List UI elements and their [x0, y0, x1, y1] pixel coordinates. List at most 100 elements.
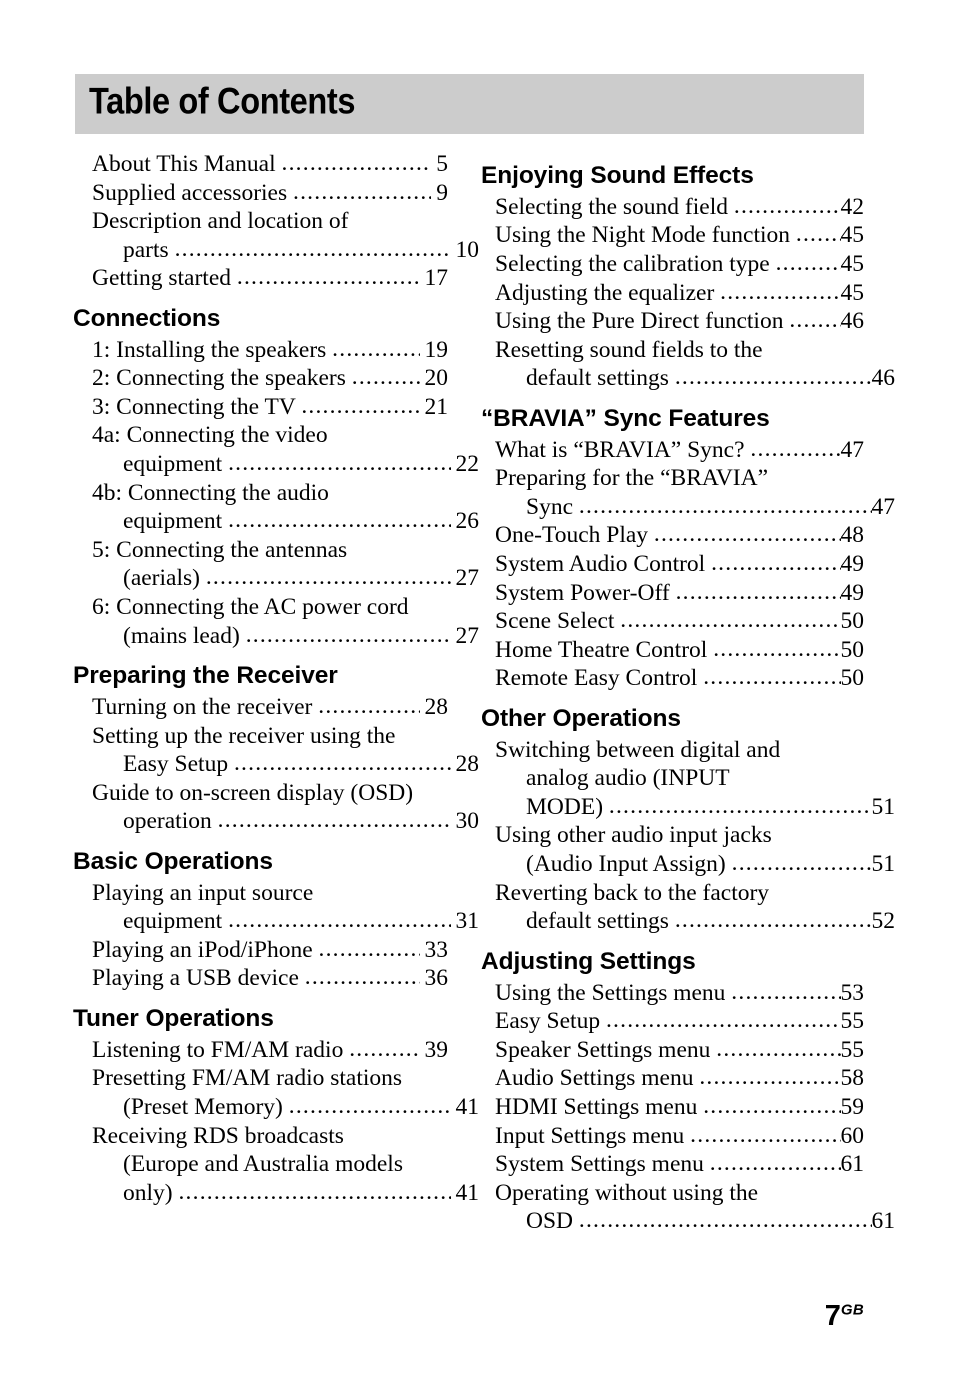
toc-entry[interactable]: 4b: Connecting the audio — [92, 479, 448, 508]
toc-entry[interactable]: equipment 31 — [92, 907, 479, 936]
toc-entry[interactable]: Using other audio input jacks — [495, 821, 864, 850]
toc-entry[interactable]: Getting started 17 — [92, 264, 448, 293]
toc-entry[interactable]: Remote Easy Control 50 — [495, 664, 864, 693]
toc-entry[interactable]: Turning on the receiver 28 — [92, 693, 448, 722]
toc-entry[interactable]: 5: Connecting the antennas — [92, 536, 448, 565]
toc-entry[interactable]: System Audio Control 49 — [495, 550, 864, 579]
toc-section-heading[interactable]: Other Operations — [481, 706, 864, 732]
toc-entry[interactable]: What is “BRAVIA” Sync? 47 — [495, 436, 864, 465]
toc-entry[interactable]: (mains lead) 27 — [92, 622, 479, 651]
toc-entry-label: One-Touch Play — [495, 522, 654, 549]
toc-dot-leader — [579, 1206, 872, 1235]
toc-entry[interactable]: Preparing for the “BRAVIA” — [495, 464, 864, 493]
toc-dot-leader — [305, 963, 420, 992]
toc-entry[interactable]: (Audio Input Assign) 51 — [495, 850, 895, 879]
toc-entry[interactable]: Receiving RDS broadcasts — [92, 1122, 448, 1151]
toc-entry-page: 45 — [840, 279, 865, 306]
toc-entry[interactable]: Supplied accessories 9 — [92, 179, 448, 208]
toc-entry[interactable]: equipment 22 — [92, 450, 479, 479]
toc-entry-label: Easy Setup — [123, 751, 234, 778]
toc-entry[interactable]: (Preset Memory) 41 — [92, 1093, 479, 1122]
toc-entry[interactable]: default settings 46 — [495, 364, 895, 393]
toc-entry[interactable]: Easy Setup 55 — [495, 1007, 864, 1036]
toc-entry-group: Selecting the sound field 42Using the Ni… — [495, 193, 895, 393]
toc-entry-page: 59 — [840, 1093, 865, 1120]
toc-dot-leader — [716, 1035, 840, 1064]
toc-entry[interactable]: About This Manual 5 — [92, 150, 448, 179]
toc-entry[interactable]: parts 10 — [92, 236, 479, 265]
toc-entry-label: (mains lead) — [123, 622, 246, 649]
toc-entry[interactable]: Reverting back to the factory — [495, 879, 864, 908]
toc-section-heading[interactable]: Connections — [73, 306, 448, 332]
toc-entry[interactable]: Using the Settings menu 53 — [495, 979, 864, 1008]
toc-entry[interactable]: Easy Setup 28 — [92, 750, 479, 779]
toc-dot-leader — [318, 692, 419, 721]
toc-dot-leader — [301, 392, 419, 421]
toc-dot-leader — [349, 1035, 419, 1064]
toc-entry[interactable]: Operating without using the — [495, 1179, 864, 1208]
toc-entry-page: 51 — [871, 851, 896, 878]
toc-entry[interactable]: Resetting sound fields to the — [495, 336, 864, 365]
toc-dot-leader — [690, 1121, 840, 1150]
toc-entry-label: About This Manual — [92, 151, 282, 177]
toc-entry[interactable]: Input Settings menu 60 — [495, 1122, 864, 1151]
toc-entry[interactable]: default settings 52 — [495, 907, 895, 936]
toc-entry[interactable]: Setting up the receiver using the — [92, 722, 448, 751]
toc-entry[interactable]: Switching between digital and — [495, 736, 864, 765]
toc-section-heading[interactable]: Tuner Operations — [73, 1006, 448, 1032]
toc-entry[interactable]: System Settings menu 61 — [495, 1150, 864, 1179]
toc-entry[interactable]: Playing an iPod/iPhone 33 — [92, 936, 448, 965]
toc-entry[interactable]: MODE) 51 — [495, 793, 895, 822]
toc-dot-leader — [750, 435, 840, 464]
toc-entry[interactable]: 1: Installing the speakers 19 — [92, 336, 448, 365]
toc-entry-label: Switching between digital and — [495, 736, 781, 763]
toc-section-heading[interactable]: Basic Operations — [73, 849, 448, 875]
toc-entry[interactable]: System Power-Off 49 — [495, 579, 864, 608]
toc-entry-page: 17 — [424, 265, 449, 292]
toc-entry-label: Playing a USB device — [92, 965, 305, 992]
toc-entry[interactable]: Guide to on-screen display (OSD) — [92, 779, 448, 808]
toc-entry[interactable]: Home Theatre Control 50 — [495, 636, 864, 665]
toc-dot-leader — [228, 506, 450, 535]
toc-entry[interactable]: 3: Connecting the TV 21 — [92, 393, 448, 422]
toc-section-heading[interactable]: Enjoying Sound Effects — [481, 163, 864, 189]
toc-entry[interactable]: Presetting FM/AM radio stations — [92, 1064, 448, 1093]
toc-entry[interactable]: Using the Pure Direct function 46 — [495, 307, 864, 336]
toc-entry[interactable]: Selecting the sound field 42 — [495, 193, 864, 222]
toc-entry[interactable]: Selecting the calibration type 45 — [495, 250, 864, 279]
toc-section-heading[interactable]: “BRAVIA” Sync Features — [481, 406, 864, 432]
toc-entry[interactable]: Scene Select 50 — [495, 607, 864, 636]
toc-entry[interactable]: HDMI Settings menu 59 — [495, 1093, 864, 1122]
toc-entry-label: Listening to FM/AM radio — [92, 1036, 350, 1063]
toc-dot-leader — [579, 492, 872, 521]
toc-entry[interactable]: only) 41 — [92, 1179, 479, 1208]
toc-entry[interactable]: One-Touch Play 48 — [495, 521, 864, 550]
toc-entry[interactable]: equipment 26 — [92, 507, 479, 536]
toc-entry[interactable]: 2: Connecting the speakers 20 — [92, 364, 448, 393]
toc-entry[interactable]: Using the Night Mode function 45 — [495, 221, 864, 250]
toc-entry[interactable]: Listening to FM/AM radio 39 — [92, 1036, 448, 1065]
toc-entry[interactable]: OSD 61 — [495, 1207, 895, 1236]
toc-dot-leader — [710, 1149, 841, 1178]
toc-entry[interactable]: Audio Settings menu 58 — [495, 1064, 864, 1093]
toc-entry[interactable]: Speaker Settings menu 55 — [495, 1036, 864, 1065]
toc-entry[interactable]: Playing an input source — [92, 879, 448, 908]
toc-entry[interactable]: Description and location of — [92, 207, 448, 236]
toc-column-right: Enjoying Sound Effects Selecting the soun… — [470, 150, 954, 1236]
toc-entry[interactable]: analog audio (INPUT — [495, 764, 895, 793]
toc-intro-group: About This Manual 5Supplied accessories … — [92, 150, 479, 293]
toc-entry[interactable]: (Europe and Australia models — [92, 1150, 479, 1179]
toc-entry[interactable]: 4a: Connecting the video — [92, 421, 448, 450]
toc-entry-label: Turning on the receiver — [92, 693, 319, 720]
toc-entry-label: Adjusting the equalizer — [495, 279, 721, 306]
toc-entry[interactable]: 6: Connecting the AC power cord — [92, 593, 448, 622]
toc-entry[interactable]: operation 30 — [92, 807, 479, 836]
toc-entry[interactable]: Adjusting the equalizer 45 — [495, 279, 864, 308]
toc-entry[interactable]: Sync 47 — [495, 493, 895, 522]
toc-entry-label: parts — [123, 236, 175, 263]
toc-entry[interactable]: (aerials) 27 — [92, 564, 479, 593]
toc-entry[interactable]: Playing a USB device 36 — [92, 964, 448, 993]
toc-entry-page: 47 — [840, 436, 865, 463]
toc-section-heading[interactable]: Adjusting Settings — [481, 949, 864, 975]
toc-section-heading[interactable]: Preparing the Receiver — [73, 663, 448, 689]
